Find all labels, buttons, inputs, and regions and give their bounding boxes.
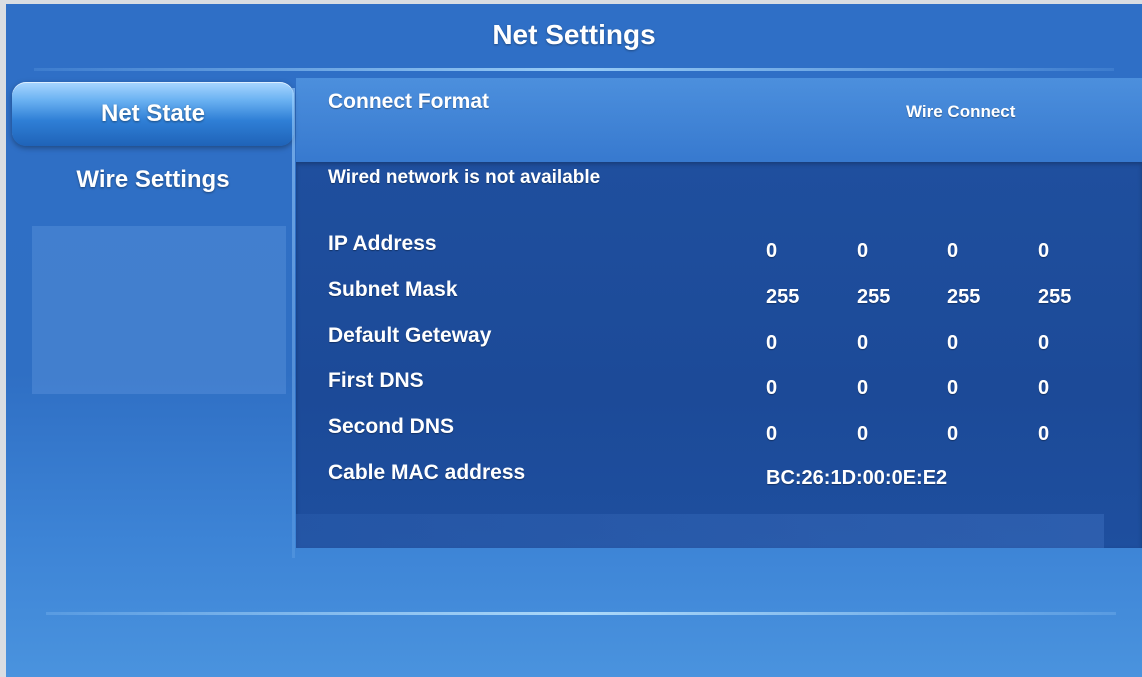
default-gateway-octet-4: 0 — [1038, 332, 1050, 354]
panel-footer-bar — [296, 514, 1104, 548]
mac-address-label: Cable MAC address — [328, 461, 526, 484]
page-title: Net Settings — [492, 19, 656, 50]
ip-address-octet-2: 0 — [857, 240, 869, 262]
connect-format-row[interactable]: Connect Format Wire Connect — [296, 78, 1142, 162]
first-dns-octet-2: 0 — [857, 377, 869, 399]
second-dns-octet-4: 0 — [1038, 423, 1050, 445]
net-state-panel: Connect Format Wire Connect Wired networ… — [296, 78, 1142, 548]
ip-address-octet-3: 0 — [947, 240, 959, 262]
sidebar-item-net-state[interactable]: Net State — [12, 82, 294, 146]
ip-address-label: IP Address — [328, 232, 437, 255]
second-dns-row: Second DNS 0 0 0 0 — [296, 415, 1142, 455]
subnet-mask-row: Subnet Mask 255 255 255 255 — [296, 278, 1142, 318]
default-gateway-octet-1: 0 — [766, 332, 778, 354]
mac-address-row: Cable MAC address BC:26:1D:00:0E:E2 — [296, 461, 1142, 501]
ip-address-row: IP Address 0 0 0 0 — [296, 232, 1142, 272]
first-dns-octet-4: 0 — [1038, 377, 1050, 399]
sidebar-divider — [292, 88, 295, 558]
subnet-mask-octet-2: 255 — [857, 286, 891, 308]
network-status-text: Wired network is not available — [328, 167, 601, 188]
first-dns-octet-1: 0 — [766, 377, 778, 399]
default-gateway-octet-3: 0 — [947, 332, 959, 354]
sidebar: Net State Wire Settings — [12, 78, 294, 558]
network-details-panel: Wired network is not available IP Addres… — [296, 162, 1142, 548]
second-dns-label: Second DNS — [328, 415, 455, 438]
subnet-mask-octet-4: 255 — [1038, 286, 1072, 308]
connect-format-value: Wire Connect — [906, 102, 1016, 121]
sidebar-item-wire-settings[interactable]: Wire Settings — [12, 148, 294, 212]
title-divider — [34, 68, 1114, 71]
bottom-divider — [46, 612, 1116, 615]
net-settings-screen: Net Settings Net State Wire Settings Con… — [6, 4, 1142, 677]
mac-address-value: BC:26:1D:00:0E:E2 — [766, 467, 948, 489]
first-dns-row: First DNS 0 0 0 0 — [296, 369, 1142, 409]
sidebar-empty-panel — [32, 226, 286, 394]
subnet-mask-octet-3: 255 — [947, 286, 981, 308]
second-dns-octet-3: 0 — [947, 423, 959, 445]
ip-address-octet-1: 0 — [766, 240, 778, 262]
second-dns-octet-1: 0 — [766, 423, 778, 445]
first-dns-octet-3: 0 — [947, 377, 959, 399]
first-dns-label: First DNS — [328, 369, 424, 392]
default-gateway-label: Default Geteway — [328, 324, 492, 347]
default-gateway-row: Default Geteway 0 0 0 0 — [296, 324, 1142, 364]
sidebar-item-label: Wire Settings — [76, 166, 230, 193]
default-gateway-octet-2: 0 — [857, 332, 869, 354]
sidebar-item-label: Net State — [100, 100, 206, 127]
connect-format-label: Connect Format — [328, 90, 490, 113]
ip-address-octet-4: 0 — [1038, 240, 1050, 262]
subnet-mask-octet-1: 255 — [766, 286, 800, 308]
subnet-mask-label: Subnet Mask — [328, 278, 458, 301]
second-dns-octet-2: 0 — [857, 423, 869, 445]
